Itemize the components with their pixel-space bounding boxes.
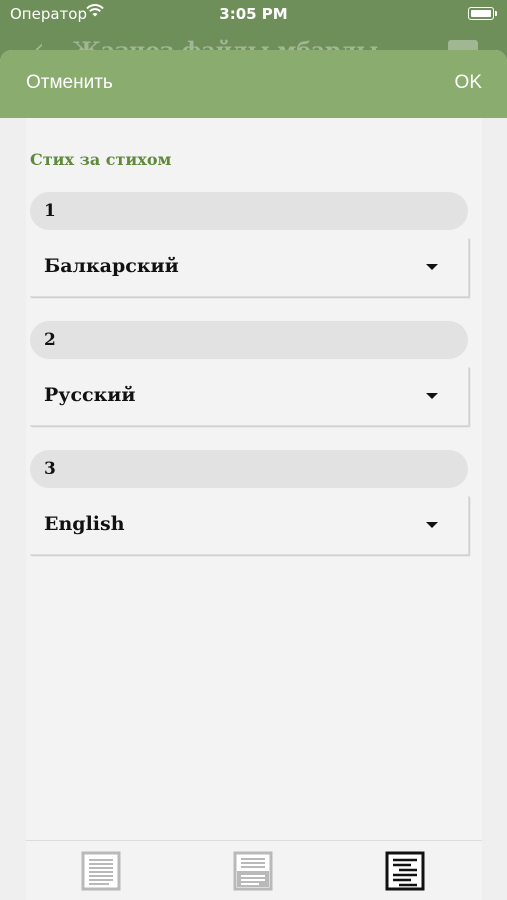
column-number-label-2: 2 xyxy=(30,321,468,359)
verse-by-verse-layout-icon[interactable] xyxy=(385,851,425,891)
dropdown-arrow-icon xyxy=(426,264,438,270)
language-value: Балкарский xyxy=(44,255,179,277)
language-select-1[interactable]: Балкарский xyxy=(30,238,469,297)
column-number-label-1: 1 xyxy=(30,192,468,230)
status-bar: Оператор 3:05 PM xyxy=(0,0,507,30)
section-title: Стих за стихом xyxy=(30,150,172,169)
column-number-label-3: 3 xyxy=(30,450,468,488)
layout-toolbar xyxy=(26,840,482,900)
layout-sheet: Отменить OK Стих за стихом 1 Балкарский … xyxy=(0,50,507,900)
clock: 3:05 PM xyxy=(219,5,288,23)
cancel-button[interactable]: Отменить xyxy=(26,72,113,94)
dropdown-arrow-icon xyxy=(426,522,438,528)
single-column-layout-icon[interactable] xyxy=(81,851,121,891)
two-pane-layout-icon[interactable] xyxy=(233,851,273,891)
dropdown-arrow-icon xyxy=(426,393,438,399)
battery-icon xyxy=(468,7,497,20)
column-number: 3 xyxy=(44,459,56,479)
language-select-3[interactable]: English xyxy=(30,496,469,555)
language-value: English xyxy=(44,513,125,535)
sheet-content: Стих за стихом 1 Балкарский 2 Русский 3 … xyxy=(26,118,482,840)
column-number: 2 xyxy=(44,330,56,350)
language-select-2[interactable]: Русский xyxy=(30,367,469,426)
language-value: Русский xyxy=(44,384,136,406)
ok-button[interactable]: OK xyxy=(455,72,482,94)
sheet-header: Отменить OK xyxy=(0,50,507,118)
column-number: 1 xyxy=(44,201,56,221)
